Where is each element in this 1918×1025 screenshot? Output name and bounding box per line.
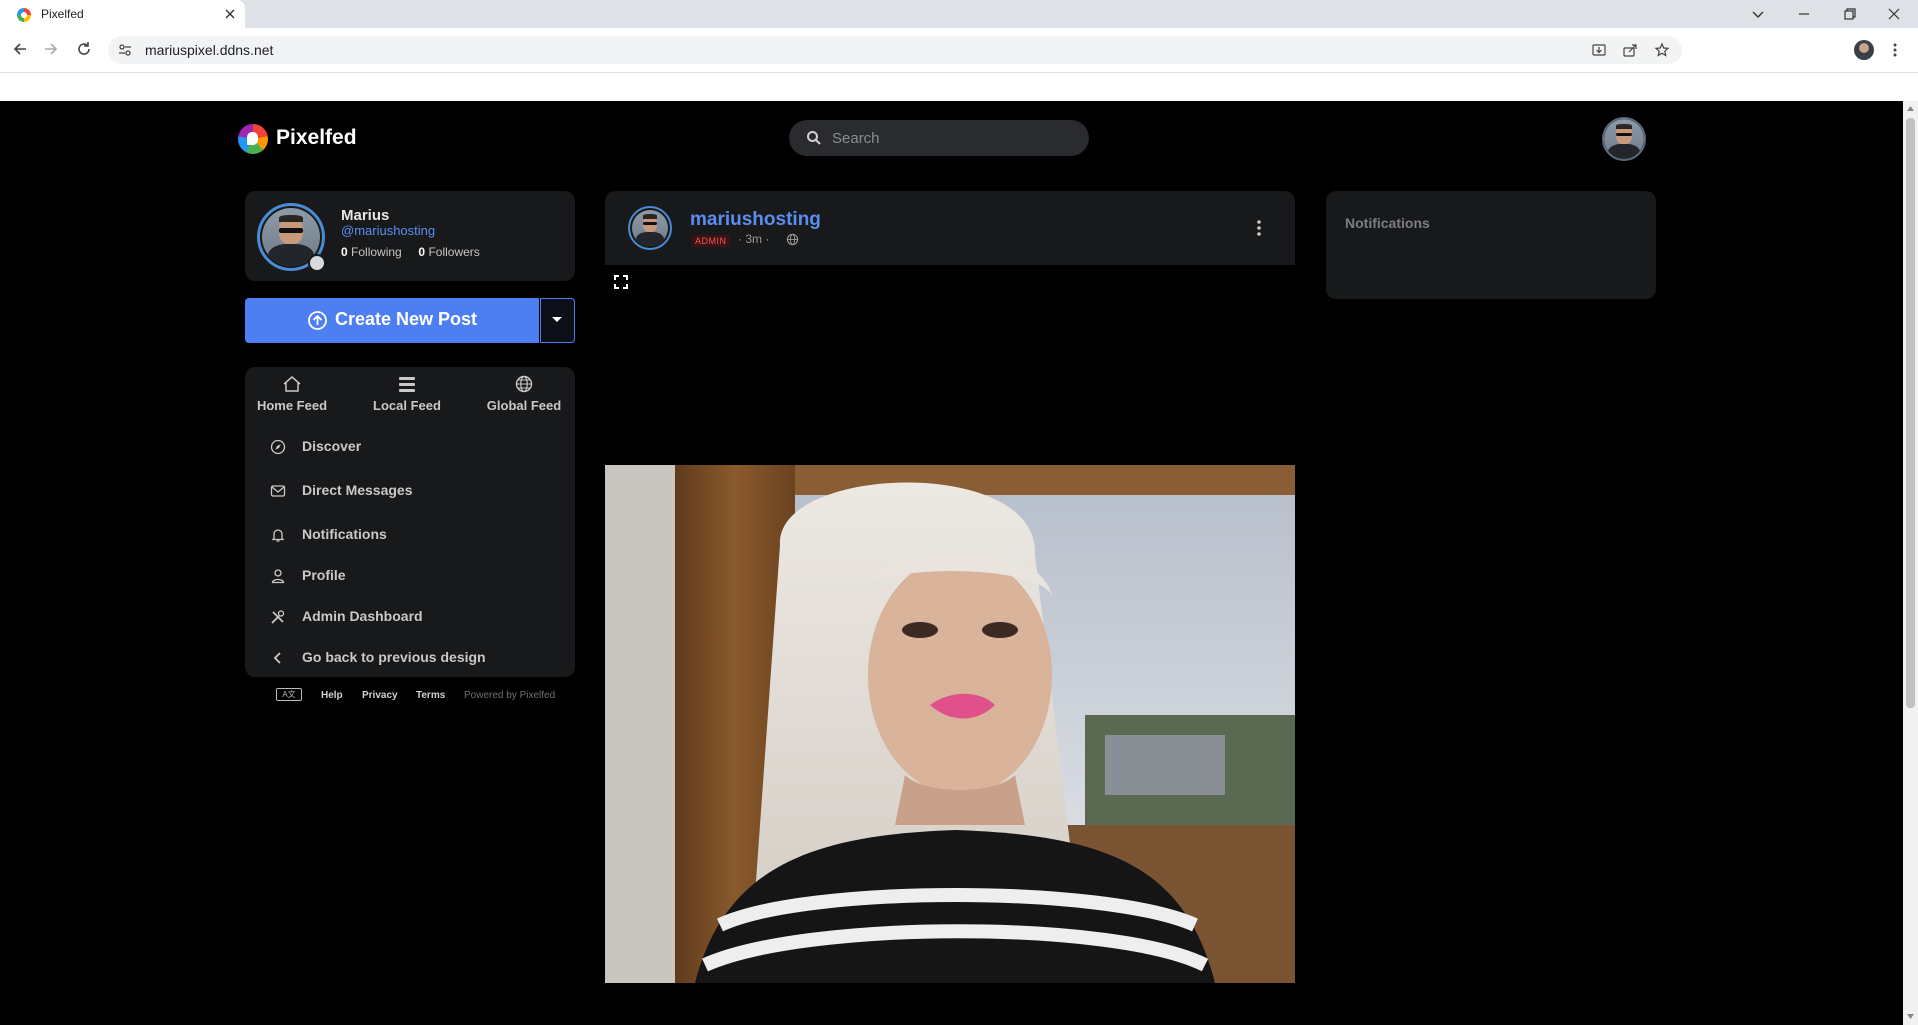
omnibox[interactable]: [108, 36, 1682, 64]
profile-handle[interactable]: @mariushosting: [341, 223, 435, 238]
post-timestamp[interactable]: · 3m ·: [738, 232, 769, 246]
header-avatar[interactable]: [1602, 117, 1646, 161]
menu-item-admin-dashboard[interactable]: Admin Dashboard: [270, 605, 550, 629]
footer-help-link[interactable]: Help: [321, 690, 343, 701]
browser-tab-strip: Pixelfed: [0, 0, 1918, 28]
chevron-left-icon: [273, 652, 281, 664]
scroll-up-arrow-icon[interactable]: [1906, 104, 1915, 113]
followers-label[interactable]: Followers: [428, 245, 479, 259]
stack-icon: [399, 377, 415, 392]
close-tab-icon[interactable]: [222, 6, 238, 22]
forward-arrow-icon[interactable]: [41, 39, 61, 59]
search-input[interactable]: [832, 124, 1072, 152]
menu-item-admin-dashboard-label: Admin Dashboard: [302, 608, 423, 624]
menu-item-direct-messages-label: Direct Messages: [302, 482, 413, 498]
user-icon: [271, 569, 285, 584]
tools-icon: [271, 610, 285, 624]
pixelfed-favicon-icon: [17, 8, 31, 22]
tab-local-feed[interactable]: Local Feed: [357, 375, 457, 425]
reload-icon[interactable]: [74, 39, 94, 59]
browser-tab[interactable]: Pixelfed: [0, 0, 245, 28]
post-options-kebab-icon[interactable]: [1255, 218, 1263, 238]
menu-item-discover-label: Discover: [302, 438, 362, 454]
profile-stats: 0 Following 0 Followers: [341, 245, 480, 259]
language-badge[interactable]: A文: [276, 688, 302, 701]
public-visibility-globe-icon: [786, 233, 799, 246]
tab-home-feed[interactable]: Home Feed: [242, 375, 342, 425]
compass-icon: [270, 439, 286, 455]
create-new-post-label: Create New Post: [335, 309, 478, 329]
url-text[interactable]: mariuspixel.ddns.net: [145, 42, 273, 58]
admin-badge: ADMIN: [692, 235, 730, 247]
pixelfed-logo[interactable]: [238, 124, 268, 154]
tab-title: Pixelfed: [41, 7, 84, 21]
post-username[interactable]: mariushosting: [690, 209, 821, 231]
menu-item-direct-messages[interactable]: Direct Messages: [270, 479, 550, 503]
upload-circle-icon: [308, 311, 327, 330]
profile-name: Marius: [341, 207, 390, 224]
minimize-icon[interactable]: [1794, 4, 1814, 24]
tab-global-feed[interactable]: Global Feed: [474, 375, 574, 425]
followers-count[interactable]: 0: [418, 245, 425, 259]
footer-privacy-link[interactable]: Privacy: [362, 690, 398, 701]
menu-item-profile[interactable]: Profile: [270, 564, 550, 588]
bell-icon: [271, 529, 285, 542]
bookmark-star-icon[interactable]: [1654, 42, 1670, 58]
page-top-strip: [0, 73, 1918, 101]
footer-powered-by[interactable]: Powered by Pixelfed: [464, 690, 555, 701]
search-icon: [807, 131, 821, 145]
chrome-menu-icon[interactable]: [1886, 41, 1904, 59]
back-arrow-icon[interactable]: [10, 39, 30, 59]
following-label[interactable]: Following: [351, 245, 402, 259]
chrome-profile-avatar[interactable]: [1854, 40, 1874, 60]
caret-down-icon: [552, 317, 562, 322]
tab-search-chevron-icon[interactable]: [1748, 4, 1768, 24]
share-icon[interactable]: [1622, 42, 1638, 58]
menu-item-profile-label: Profile: [302, 567, 346, 583]
globe-icon: [515, 375, 533, 393]
notifications-title: Notifications: [1345, 215, 1430, 231]
menu-item-discover[interactable]: Discover: [270, 435, 550, 459]
tab-global-feed-label: Global Feed: [486, 398, 562, 413]
notifications-card: [1326, 191, 1656, 299]
menu-item-previous-design[interactable]: Go back to previous design: [270, 646, 550, 670]
close-window-icon[interactable]: [1884, 4, 1904, 24]
menu-item-notifications[interactable]: Notifications: [270, 523, 550, 547]
scroll-down-arrow-icon[interactable]: [1906, 1012, 1915, 1021]
install-app-icon[interactable]: [1591, 42, 1607, 58]
envelope-icon: [270, 485, 286, 497]
footer-terms-link[interactable]: Terms: [416, 690, 445, 701]
post-photo[interactable]: [605, 465, 1295, 983]
following-count[interactable]: 0: [341, 245, 348, 259]
menu-item-notifications-label: Notifications: [302, 526, 387, 542]
post-photo-image: [605, 465, 1295, 983]
scrollbar-thumb[interactable]: [1906, 118, 1915, 708]
site-info-icon[interactable]: [117, 42, 133, 58]
restore-icon[interactable]: [1840, 4, 1860, 24]
fullscreen-expand-icon[interactable]: [614, 275, 628, 289]
tab-local-feed-label: Local Feed: [373, 398, 441, 413]
menu-item-previous-design-label: Go back to previous design: [302, 649, 486, 665]
brand-name[interactable]: Pixelfed: [276, 126, 357, 150]
post-author-avatar[interactable]: [628, 206, 672, 250]
settings-badge-icon[interactable]: [308, 254, 326, 272]
home-icon: [283, 376, 301, 392]
tab-home-feed-label: Home Feed: [256, 398, 328, 413]
